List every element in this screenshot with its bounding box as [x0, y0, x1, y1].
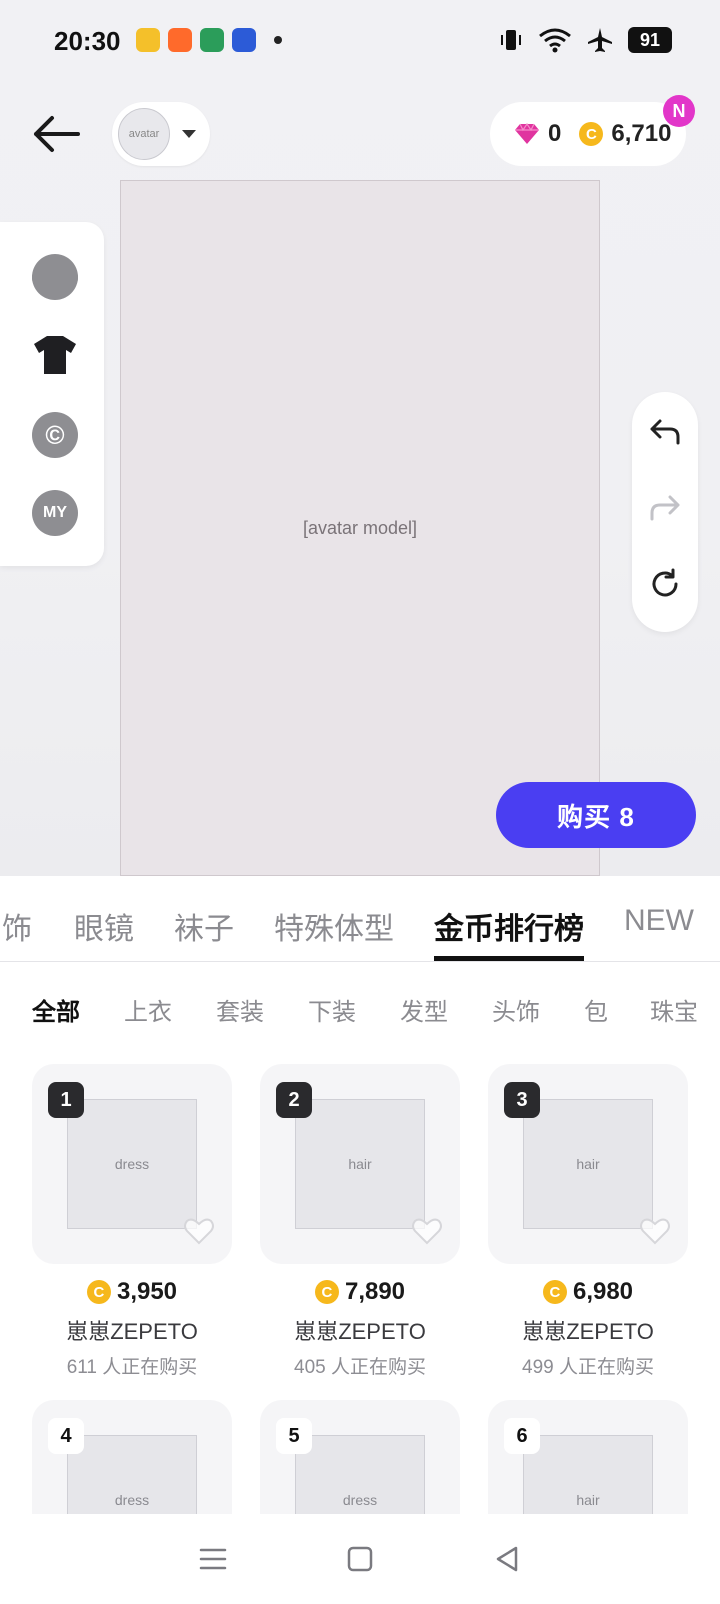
- item-image: dress: [67, 1099, 197, 1229]
- filter-headwear[interactable]: 头饰: [492, 992, 540, 1027]
- tab-new[interactable]: NEW: [624, 904, 694, 938]
- battery-indicator: 91: [628, 27, 672, 53]
- triangle-back-icon[interactable]: [492, 1544, 522, 1574]
- creator-items-button[interactable]: ©: [32, 412, 78, 458]
- price-value: 3,950: [116, 1278, 178, 1305]
- rank-badge: 4: [48, 1418, 84, 1454]
- tshirt-icon: [34, 336, 76, 374]
- item-card[interactable]: hair 2 C 7,890 崽崽ZEPETO 405 人正在购买: [260, 1064, 460, 1379]
- undo-icon: [650, 419, 680, 445]
- item-buyers: 611 人正在购买: [66, 1357, 198, 1378]
- item-buyers: 405 人正在购买: [294, 1357, 426, 1378]
- coin-count: 6,710: [611, 120, 672, 147]
- clothing-category-button[interactable]: [32, 332, 78, 378]
- notification-badge: N: [663, 95, 695, 127]
- filter-bottoms[interactable]: 下装: [308, 992, 356, 1027]
- item-card[interactable]: dress 1 C 3,950 崽崽ZEPETO 611 人正在购买: [32, 1064, 232, 1379]
- coin-icon: C: [542, 1280, 567, 1304]
- diamond-count: 0: [548, 120, 562, 147]
- item-price: C 6,980: [488, 1278, 688, 1306]
- filter-outfits[interactable]: 套装: [216, 992, 264, 1027]
- tab-glasses[interactable]: 眼镜: [74, 904, 134, 948]
- filter-hairstyles[interactable]: 发型: [400, 992, 448, 1027]
- heart-icon[interactable]: [410, 1214, 444, 1248]
- square-home-icon[interactable]: [345, 1544, 375, 1574]
- item-price: C 7,890: [260, 1278, 460, 1306]
- rank-badge: 6: [504, 1418, 540, 1454]
- filter-bags[interactable]: 包: [584, 992, 608, 1027]
- tab-socks[interactable]: 袜子: [174, 904, 234, 948]
- left-tool-panel: © MY: [0, 222, 104, 566]
- filter-chips: 全部 上衣 套装 下装 发型 头饰 包 珠宝: [0, 970, 720, 1040]
- tab-coin-ranking[interactable]: 金币排行榜: [434, 904, 584, 948]
- active-tab-indicator: [434, 956, 584, 961]
- face-category-button[interactable]: [32, 254, 78, 300]
- app-icon-3: [200, 28, 224, 52]
- avatar-stage: [avatar model] 20:30 91 avatar 0 C 6,710…: [0, 0, 720, 876]
- item-seller: 崽崽ZEPETO: [522, 1319, 654, 1344]
- copyright-icon: ©: [45, 419, 65, 450]
- undo-button[interactable]: [645, 412, 685, 452]
- item-image-frame: hair 2: [260, 1064, 460, 1264]
- status-bar: 20:30 91: [0, 0, 720, 84]
- arrow-left-icon: [34, 116, 80, 152]
- status-app-icons: [136, 28, 282, 52]
- item-buyers: 499 人正在购买: [522, 1357, 654, 1378]
- item-image-frame: hair 3: [488, 1064, 688, 1264]
- my-label: MY: [43, 504, 67, 521]
- redo-button[interactable]: [645, 488, 685, 528]
- price-value: 7,890: [344, 1278, 406, 1305]
- coin-icon: C: [579, 122, 604, 146]
- rank-badge: 3: [504, 1082, 540, 1118]
- rank-badge: 1: [48, 1082, 84, 1118]
- avatar-selector[interactable]: avatar: [112, 102, 210, 166]
- app-icon-4: [232, 28, 256, 52]
- refresh-icon: [652, 568, 678, 597]
- redo-icon: [650, 495, 680, 521]
- airplane-mode-icon: [588, 28, 612, 52]
- tab-accessories[interactable]: 饰: [2, 904, 32, 948]
- app-icon-2: [168, 28, 192, 52]
- filter-tops[interactable]: 上衣: [124, 992, 172, 1027]
- rank-badge: 2: [276, 1082, 312, 1118]
- coin-icon: C: [314, 1280, 339, 1304]
- head-icon: [32, 256, 78, 298]
- rank-badge: 5: [276, 1418, 312, 1454]
- tab-special-body[interactable]: 特殊体型: [274, 904, 394, 948]
- back-button[interactable]: [30, 110, 84, 158]
- buy-button[interactable]: 购买 8: [496, 782, 696, 848]
- item-seller: 崽崽ZEPETO: [294, 1319, 426, 1344]
- item-image: hair: [295, 1099, 425, 1229]
- chevron-down-icon: [182, 130, 196, 138]
- avatar-model-image[interactable]: [avatar model]: [120, 180, 600, 876]
- reset-button[interactable]: [645, 564, 685, 604]
- coin-icon: C: [86, 1280, 111, 1304]
- notification-dot: [274, 36, 282, 44]
- heart-icon[interactable]: [182, 1214, 216, 1248]
- app-icon-1: [136, 28, 160, 52]
- vibrate-icon: [501, 30, 521, 50]
- menu-icon[interactable]: [198, 1544, 228, 1574]
- system-nav-bar: [0, 1514, 720, 1604]
- category-tabs: 饰 眼镜 袜子 特殊体型 金币排行榜 NEW: [0, 876, 720, 962]
- item-seller: 崽崽ZEPETO: [66, 1319, 198, 1344]
- diamond-icon: [515, 123, 539, 144]
- wifi-icon: [539, 28, 571, 53]
- item-price: C 3,950: [32, 1278, 232, 1306]
- right-action-panel: [632, 392, 698, 632]
- status-indicators: 91: [498, 26, 672, 54]
- filter-jewelry[interactable]: 珠宝: [650, 992, 698, 1027]
- item-card[interactable]: hair 3 C 6,980 崽崽ZEPETO 499 人正在购买: [488, 1064, 688, 1379]
- status-time: 20:30: [54, 26, 121, 56]
- my-items-button[interactable]: MY: [32, 490, 78, 536]
- item-image-frame: dress 1: [32, 1064, 232, 1264]
- heart-icon[interactable]: [638, 1214, 672, 1248]
- item-image: hair: [523, 1099, 653, 1229]
- filter-all[interactable]: 全部: [32, 992, 80, 1027]
- currency-balance[interactable]: 0 C 6,710: [490, 102, 686, 166]
- avatar: avatar: [118, 108, 170, 160]
- price-value: 6,980: [572, 1278, 634, 1305]
